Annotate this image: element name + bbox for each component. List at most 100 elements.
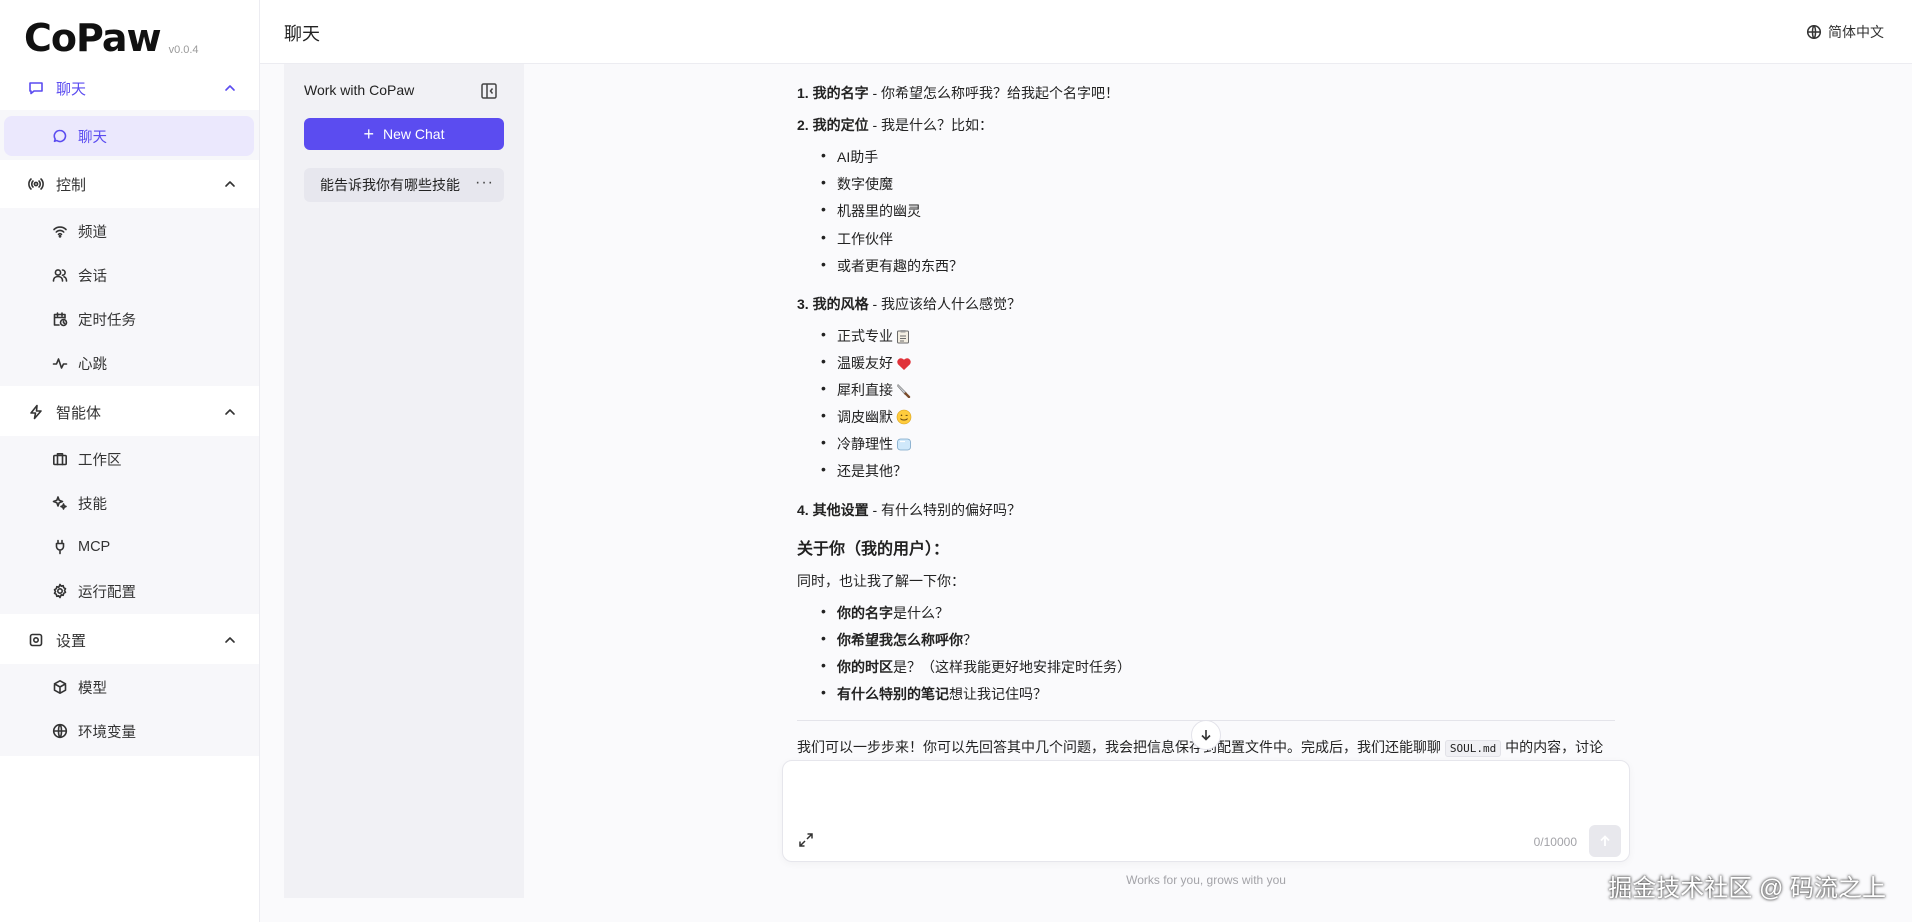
list-item: 调皮幽默	[821, 407, 912, 428]
clipboard-icon	[896, 329, 910, 347]
list-number: 4.	[797, 502, 809, 518]
question-role: 2. 我的定位 - 我是什么？比如：	[797, 115, 993, 135]
paragraph-text: 我们可以一步步来！你可以先回答其中几个问题，我会把信息保存到配置文件中。完成后，…	[797, 739, 1445, 755]
sidebar-item-skills[interactable]: 技能	[4, 483, 254, 523]
sidebar-item-label: 环境变量	[78, 724, 136, 741]
sidebar-item-label: 聊天	[78, 129, 107, 146]
users-icon	[51, 267, 68, 284]
list-item: 犀利直接	[821, 380, 911, 401]
sparkles-icon	[51, 495, 68, 512]
list-item-bold: 有什么特别的笔记	[837, 686, 949, 702]
list-item: 有什么特别的笔记想让我记住吗？	[821, 684, 1047, 704]
user-section-intro: 同时，也让我了解一下你：	[797, 573, 965, 589]
list-item-text: 是？（这样我能更好地安排定时任务）	[893, 659, 1131, 675]
list-item-bold: 你的名字	[837, 605, 893, 621]
sidebar-item-label: 技能	[78, 496, 107, 513]
more-options-icon[interactable]: ···	[475, 174, 494, 192]
briefcase-icon	[51, 451, 68, 468]
chevron-up-icon	[225, 181, 235, 187]
sidebar-group-label: 控制	[56, 176, 87, 194]
question-title: 我的定位	[812, 117, 869, 133]
sidebar: CoPaw v0.0.4 聊天 聊天 控制 频道 会话 定时任务 心跳 智能体 …	[0, 0, 260, 922]
chat-session-title: 能告诉我你有哪些技能	[320, 177, 460, 193]
sidebar-group-label: 智能体	[56, 404, 102, 422]
page-title: 聊天	[284, 24, 320, 44]
new-chat-button[interactable]: + New Chat	[304, 118, 504, 150]
question-text: - 你希望怎么称呼我？给我起个名字吧！	[868, 85, 1120, 101]
list-item-bold: 你希望我怎么称呼你	[837, 632, 963, 648]
arrow-down-icon	[1201, 730, 1211, 741]
inline-code: SOUL.md	[1444, 740, 1502, 757]
user-section-heading: 关于你（我的用户）：	[797, 541, 950, 558]
sidebar-group-control[interactable]: 控制	[0, 162, 259, 206]
sidebar-item-label: 工作区	[78, 452, 122, 469]
smile-icon	[896, 409, 912, 428]
sidebar-item-mcp[interactable]: MCP	[4, 527, 254, 567]
sidebar-group-agent[interactable]: 智能体	[0, 390, 259, 434]
cube-icon	[51, 679, 68, 696]
chat-list-panel: Work with CoPaw + New Chat 能告诉我你有哪些技能 ··…	[284, 64, 524, 898]
sidebar-item-workspace[interactable]: 工作区	[4, 439, 254, 479]
sidebar-item-env-vars[interactable]: 环境变量	[4, 711, 254, 751]
chat-session-item[interactable]: 能告诉我你有哪些技能 ···	[304, 168, 504, 202]
chevron-up-icon	[225, 85, 235, 91]
arrow-up-icon	[1600, 835, 1610, 846]
send-button[interactable]	[1589, 825, 1621, 857]
app-logo[interactable]: CoPaw v0.0.4	[24, 16, 199, 60]
sidebar-item-heartbeat[interactable]: 心跳	[4, 343, 254, 383]
list-item-text: ？	[963, 632, 977, 648]
list-item: 或者更有趣的东西？	[821, 256, 963, 276]
list-item: 冷静理性	[821, 434, 912, 455]
watermark: 掘金技术社区 @ 码流之上	[1608, 875, 1886, 902]
sidebar-item-label: MCP	[78, 539, 111, 555]
lightning-icon	[27, 403, 45, 421]
chevron-up-icon	[225, 637, 235, 643]
sidebar-item-label: 频道	[78, 224, 107, 241]
globe-icon	[51, 723, 68, 740]
pulse-icon	[51, 355, 68, 372]
question-name: 1. 我的名字 - 你希望怎么称呼我？给我起个名字吧！	[797, 83, 1119, 103]
heart-icon	[896, 357, 912, 374]
message-input[interactable]	[797, 773, 1597, 813]
globe-icon	[1806, 24, 1822, 40]
question-title: 我的名字	[812, 85, 869, 101]
sidebar-group-chat[interactable]: 聊天	[0, 66, 259, 110]
list-number: 3.	[797, 296, 809, 312]
sidebar-item-channels[interactable]: 频道	[4, 211, 254, 251]
sidebar-group-settings[interactable]: 设置	[0, 618, 259, 662]
sidebar-item-runtime-config[interactable]: 运行配置	[4, 571, 254, 611]
knife-icon	[896, 383, 911, 401]
sidebar-item-sessions[interactable]: 会话	[4, 255, 254, 295]
list-item-text: 冷静理性	[837, 436, 893, 452]
logo-text: CoPaw	[24, 16, 162, 60]
chevron-up-icon	[225, 409, 235, 415]
ice-cube-icon	[896, 437, 912, 455]
list-item: 工作伙伴	[821, 229, 893, 249]
expand-icon[interactable]	[797, 831, 815, 849]
paragraph-text: 中的内容，讨论	[1501, 739, 1604, 755]
sidebar-item-label: 心跳	[78, 356, 107, 373]
message-composer: 0/10000	[782, 760, 1630, 862]
question-style: 3. 我的风格 - 我应该给人什么感觉？	[797, 294, 1021, 314]
sidebar-item-label: 运行配置	[78, 584, 136, 601]
question-title: 其他设置	[812, 502, 869, 518]
sidebar-item-label: 定时任务	[78, 312, 136, 329]
sidebar-item-models[interactable]: 模型	[4, 667, 254, 707]
question-other: 4. 其他设置 - 有什么特别的偏好吗？	[797, 500, 1021, 520]
app-version: v0.0.4	[168, 44, 199, 56]
sidebar-item-scheduled-tasks[interactable]: 定时任务	[4, 299, 254, 339]
chat-bubble-icon	[27, 79, 45, 97]
list-item-text: 调皮幽默	[837, 409, 893, 425]
list-item-bold: 你的时区	[837, 659, 893, 675]
sidebar-item-label: 模型	[78, 680, 107, 697]
collapse-panel-icon[interactable]	[480, 82, 498, 100]
plus-icon: +	[363, 124, 375, 144]
gear-icon	[51, 583, 68, 600]
language-label: 简体中文	[1828, 24, 1884, 40]
sidebar-item-chat[interactable]: 聊天	[4, 116, 254, 156]
language-switcher[interactable]: 简体中文	[1806, 22, 1884, 42]
scroll-to-bottom-button[interactable]	[1191, 720, 1221, 750]
chat-circle-icon	[51, 128, 68, 145]
list-number: 2.	[797, 117, 809, 133]
list-item: 数字使魔	[821, 174, 893, 194]
